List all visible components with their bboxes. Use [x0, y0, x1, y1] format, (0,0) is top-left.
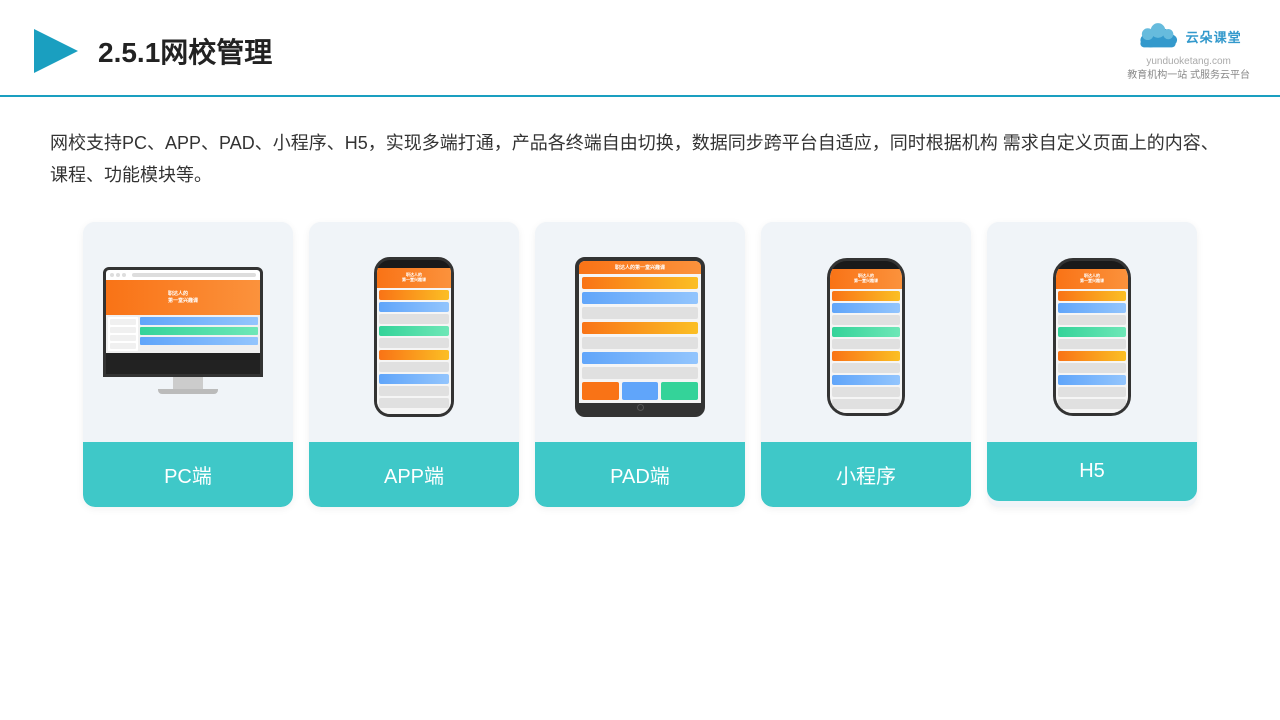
card-pad: 职达人的第一堂兴趣课: [535, 222, 745, 507]
logo-cloud: 云朵课堂: [1136, 18, 1242, 54]
card-miniprogram: 职达人的第一堂兴趣课: [761, 222, 971, 507]
pad-mockup: 职达人的第一堂兴趣课: [575, 257, 705, 417]
phone-h5-mockup: 职达人的第一堂兴趣课: [1053, 258, 1131, 416]
card-h5: 职达人的第一堂兴趣课: [987, 222, 1197, 507]
page-title: 2.5.1网校管理: [98, 31, 272, 71]
description-text: 网校支持PC、APP、PAD、小程序、H5，实现多端打通，产品各终端自由切换，数…: [50, 127, 1230, 192]
card-pc: 职达人的第一堂兴趣课: [83, 222, 293, 507]
logo-url: yunduoketang.com: [1146, 56, 1231, 67]
card-pc-label: PC端: [83, 442, 293, 507]
card-miniprogram-label: 小程序: [761, 442, 971, 507]
card-app-image: 职达人的第一堂兴趣课: [309, 222, 519, 442]
card-h5-image: 职达人的第一堂兴趣课: [987, 222, 1197, 442]
header-left: 2.5.1网校管理: [30, 25, 272, 77]
main-content: 网校支持PC、APP、PAD、小程序、H5，实现多端打通，产品各终端自由切换，数…: [0, 97, 1280, 527]
card-pc-image: 职达人的第一堂兴趣课: [83, 222, 293, 442]
logo-tagline: 教育机构一站 式服务云平台: [1127, 69, 1250, 83]
card-miniprogram-image: 职达人的第一堂兴趣课: [761, 222, 971, 442]
phone-mini-mockup: 职达人的第一堂兴趣课: [827, 258, 905, 416]
header: 2.5.1网校管理 云朵课堂 yunduoketang.com 教育机构一站 式…: [0, 0, 1280, 97]
play-icon: [30, 25, 82, 77]
card-h5-label: H5: [987, 442, 1197, 501]
cards-row: 职达人的第一堂兴趣课: [50, 222, 1230, 507]
logo-name: 云朵课堂: [1186, 27, 1242, 46]
logo-area: 云朵课堂 yunduoketang.com 教育机构一站 式服务云平台: [1127, 18, 1250, 83]
card-pad-label: PAD端: [535, 442, 745, 507]
pc-mockup: 职达人的第一堂兴趣课: [103, 267, 273, 407]
card-app-label: APP端: [309, 442, 519, 507]
phone-app-mockup: 职达人的第一堂兴趣课: [374, 257, 454, 417]
card-pad-image: 职达人的第一堂兴趣课: [535, 222, 745, 442]
card-app: 职达人的第一堂兴趣课: [309, 222, 519, 507]
pc-screen: 职达人的第一堂兴趣课: [103, 267, 263, 377]
cloud-icon: [1136, 18, 1180, 54]
